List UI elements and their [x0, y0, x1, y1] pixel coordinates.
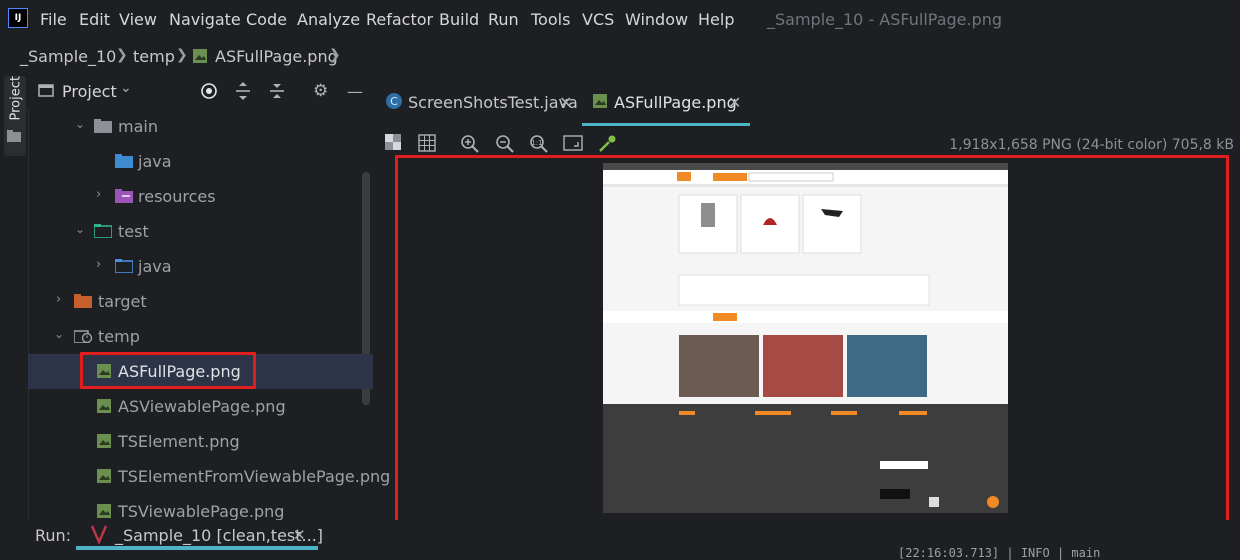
- excluded-folder-icon: [74, 294, 92, 308]
- expand-all-icon[interactable]: [234, 81, 252, 101]
- tree-item-java-test[interactable]: › java: [28, 249, 373, 284]
- folder-icon: [94, 119, 112, 133]
- tree-item-main[interactable]: ⌄ main: [28, 109, 373, 144]
- locate-target-icon[interactable]: [200, 82, 218, 100]
- tree-item-java-main[interactable]: java: [28, 144, 373, 179]
- chevron-right-icon[interactable]: ›: [96, 187, 101, 202]
- fit-zoom-icon[interactable]: [563, 134, 583, 154]
- close-icon[interactable]: ✕: [293, 526, 306, 544]
- source-folder-icon: [115, 154, 133, 168]
- folder-icon: [7, 130, 21, 142]
- breadcrumb-file[interactable]: ASFullPage.png: [215, 47, 338, 66]
- resources-folder-icon: [115, 189, 133, 203]
- tab-screenshotstest[interactable]: C ScreenShotsTest.java ✕: [380, 74, 578, 126]
- temp-folder-icon: [74, 329, 94, 343]
- svg-text:C: C: [390, 95, 398, 108]
- intellij-logo-icon: IJ: [8, 8, 28, 28]
- chevron-down-icon[interactable]: ⌄: [75, 222, 85, 236]
- run-tab-label[interactable]: _Sample_10 [clean,test...]: [115, 526, 323, 545]
- tree-item-label: java: [138, 257, 172, 276]
- breadcrumb-temp[interactable]: temp: [133, 47, 175, 66]
- tab-label: ScreenShotsTest.java: [408, 93, 578, 112]
- color-picker-icon[interactable]: [597, 134, 617, 154]
- image-file-icon: [96, 433, 112, 449]
- menu-tools[interactable]: Tools: [531, 10, 570, 29]
- chevron-right-icon: ❯: [116, 47, 128, 63]
- project-tool-label[interactable]: Project: [9, 76, 24, 120]
- tree-item-tsviewablepage[interactable]: TSViewablePage.png: [28, 494, 373, 520]
- menu-vcs[interactable]: VCS: [582, 10, 614, 29]
- window-title: _Sample_10 - ASFullPage.png: [767, 10, 1003, 29]
- menu-navigate[interactable]: Navigate: [169, 10, 241, 29]
- tree-item-label: target: [98, 292, 147, 311]
- maven-run-icon: [90, 524, 108, 544]
- chevron-right-icon[interactable]: ›: [56, 292, 61, 307]
- tree-item-label: ASViewablePage.png: [118, 397, 286, 416]
- svg-text:1:1: 1:1: [531, 139, 542, 147]
- zoom-in-icon[interactable]: [460, 134, 480, 154]
- chevron-down-icon[interactable]: ⌄: [75, 117, 85, 131]
- menu-window[interactable]: Window: [625, 10, 688, 29]
- menu-run[interactable]: Run: [488, 10, 519, 29]
- menu-code[interactable]: Code: [246, 10, 287, 29]
- menu-build[interactable]: Build: [439, 10, 479, 29]
- test-source-folder-icon: [115, 259, 133, 273]
- tree-item-label: TSElementFromViewablePage.png: [118, 467, 391, 486]
- tree-item-label: temp: [98, 327, 140, 346]
- chevron-right-icon: ❯: [176, 47, 188, 63]
- chevron-down-icon[interactable]: ⌄: [54, 327, 64, 341]
- tree-item-label: java: [138, 152, 172, 171]
- image-file-icon: [96, 398, 112, 414]
- tree-item-label: main: [118, 117, 158, 136]
- project-panel-title[interactable]: Project: [62, 82, 117, 101]
- image-file-icon: [96, 468, 112, 484]
- grid-icon[interactable]: [418, 134, 438, 154]
- tree-item-label: resources: [138, 187, 216, 206]
- tree-item-tselement[interactable]: TSElement.png: [28, 424, 373, 459]
- highlight-box-selected-file: [80, 352, 256, 389]
- menu-file[interactable]: File: [40, 10, 67, 29]
- tree-item-target[interactable]: › target: [28, 284, 373, 319]
- minimize-icon[interactable]: —: [347, 82, 363, 101]
- image-file-icon: [192, 48, 208, 64]
- tree-item-resources[interactable]: › resources: [28, 179, 373, 214]
- actual-size-icon[interactable]: 1:1: [529, 134, 549, 154]
- tree-item-asviewablepage[interactable]: ASViewablePage.png: [28, 389, 373, 424]
- close-icon[interactable]: ✕: [728, 93, 741, 112]
- chessboard-icon[interactable]: [385, 134, 405, 154]
- tree-item-tselementfromviewablepage[interactable]: TSElementFromViewablePage.png: [28, 459, 390, 494]
- tab-label: ASFullPage.png: [614, 93, 737, 112]
- active-tab-indicator: [582, 123, 750, 126]
- java-class-icon: C: [385, 92, 403, 110]
- run-tab-indicator: [76, 546, 318, 550]
- menu-refactor[interactable]: Refactor: [366, 10, 433, 29]
- chevron-right-icon: ❯: [329, 47, 341, 63]
- zoom-out-icon[interactable]: [495, 134, 515, 154]
- menu-edit[interactable]: Edit: [79, 10, 110, 29]
- image-file-icon: [96, 503, 112, 519]
- tab-asfullpage[interactable]: ASFullPage.png ✕: [582, 74, 750, 126]
- tree-item-label: TSElement.png: [118, 432, 240, 451]
- test-folder-icon: [94, 224, 112, 238]
- menu-view[interactable]: View: [119, 10, 157, 29]
- run-label: Run:: [35, 526, 72, 545]
- image-info-text: 1,918x1,658 PNG (24-bit color) 705,8 kB: [949, 137, 1234, 153]
- image-file-icon: [592, 93, 608, 109]
- project-view-icon: [38, 82, 54, 98]
- chevron-down-icon[interactable]: ⌄: [120, 80, 132, 96]
- tree-item-label: TSViewablePage.png: [118, 502, 285, 520]
- collapse-all-icon[interactable]: [268, 81, 286, 101]
- tree-item-label: test: [118, 222, 149, 241]
- fullpage-screenshot-preview: [603, 163, 1008, 513]
- chevron-right-icon[interactable]: ›: [96, 257, 101, 272]
- breadcrumb-project[interactable]: _Sample_10: [20, 47, 116, 66]
- menu-analyze[interactable]: Analyze: [297, 10, 360, 29]
- gear-icon[interactable]: ⚙: [313, 81, 328, 101]
- menu-help[interactable]: Help: [698, 10, 734, 29]
- tree-item-test[interactable]: ⌄ test: [28, 214, 373, 249]
- webpage-thumbnail: [603, 163, 1008, 513]
- tree-item-temp[interactable]: ⌄ temp: [28, 319, 373, 354]
- close-icon[interactable]: ✕: [559, 93, 572, 112]
